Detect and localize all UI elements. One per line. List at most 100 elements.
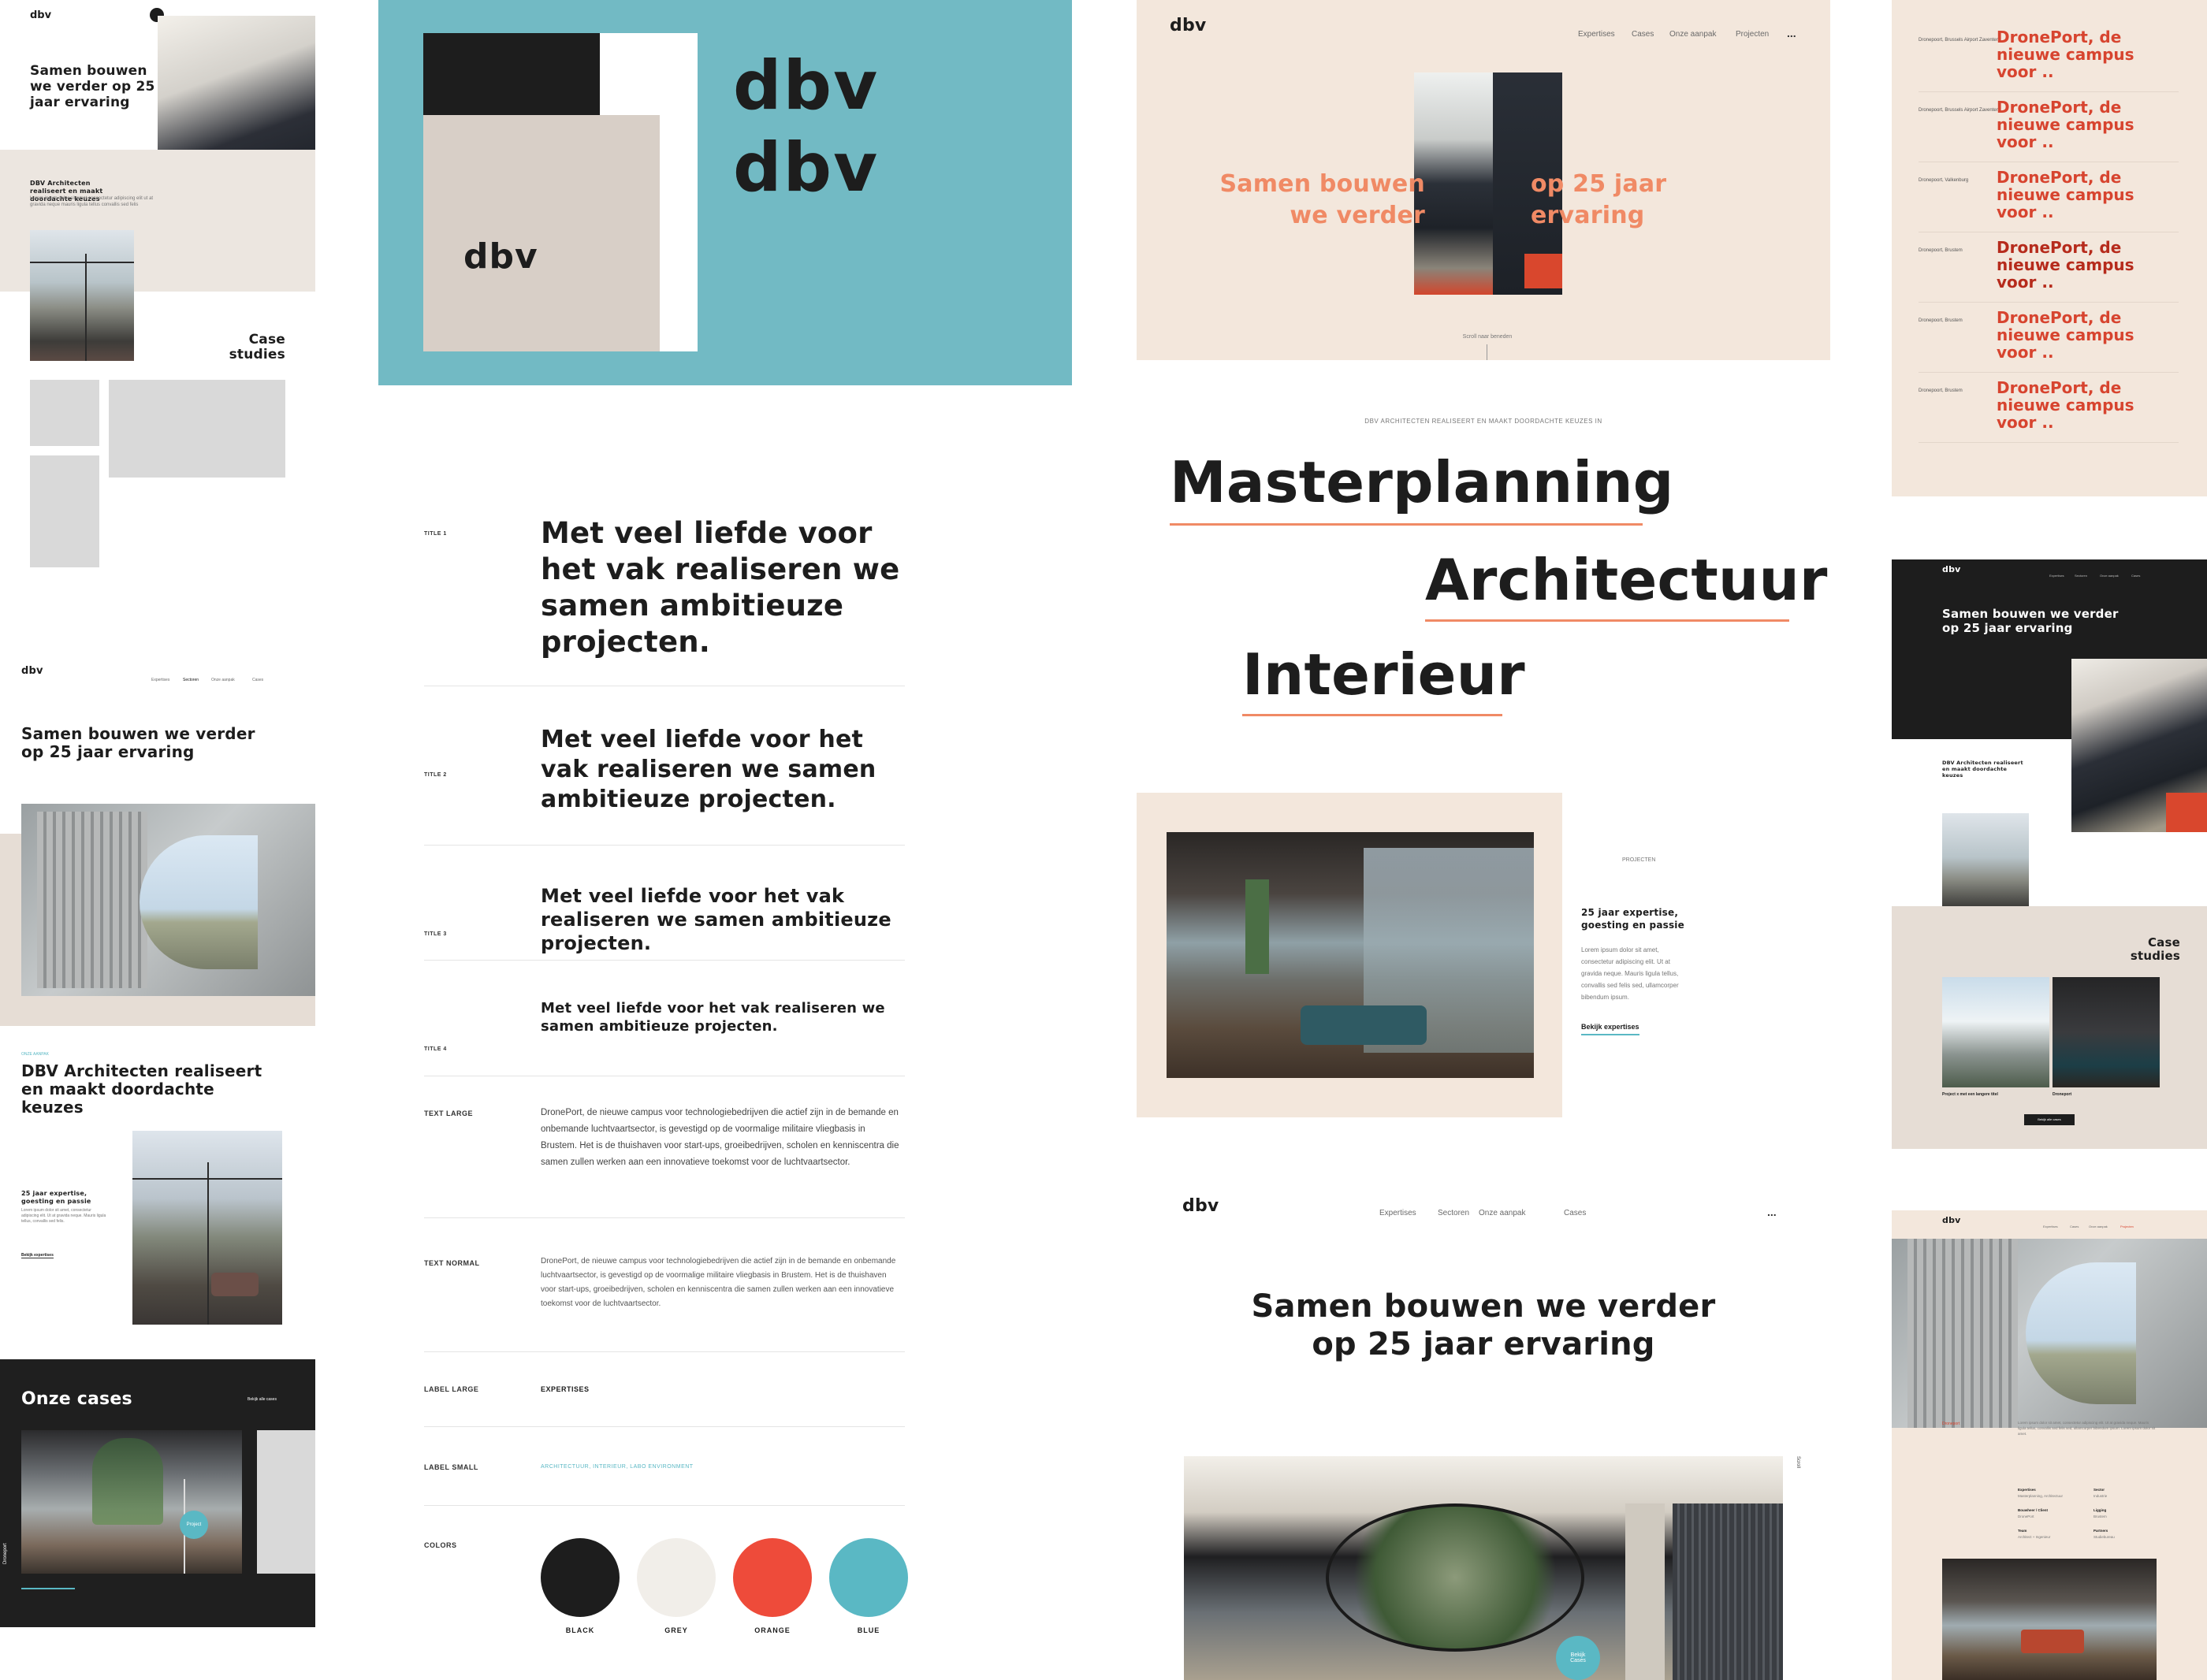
fact-key: Sector xyxy=(2093,1488,2105,1492)
logo[interactable]: dbv xyxy=(1182,1196,1219,1216)
campus-item-title[interactable]: DronePort, de nieuwe campus voor .. xyxy=(1997,379,2154,431)
logo[interactable]: dbv xyxy=(1942,564,1961,574)
intro-title: DBV Architecten realiseert en maakt door… xyxy=(1942,760,2023,779)
campus-item-title[interactable]: DronePort, de nieuwe campus voor .. xyxy=(1997,98,2154,151)
hero-photo xyxy=(1184,1456,1783,1680)
case-badge[interactable]: Project xyxy=(180,1511,208,1539)
cases-badge[interactable]: Bekijk Cases xyxy=(1556,1636,1600,1680)
case-placeholder-1[interactable] xyxy=(30,380,99,446)
logo[interactable]: dbv xyxy=(30,9,51,21)
nav-projecten[interactable]: Projecten xyxy=(2120,1225,2134,1228)
campus-item-meta: Dronepoort, Brustem xyxy=(1919,248,1963,253)
label-large-sample: EXPERTISES xyxy=(541,1385,590,1393)
nav-sectoren[interactable]: Sectoren xyxy=(1438,1209,1469,1217)
mobile-cases-panel: Onze cases Bekijk alle cases Project Dro… xyxy=(0,1359,315,1627)
case-studies-title: Case studies xyxy=(229,332,285,362)
fact-key: Partners xyxy=(2093,1529,2108,1533)
hero-title: Samen bouwen we verder op 25 jaar ervari… xyxy=(21,724,255,761)
cases-title: Onze cases xyxy=(21,1389,132,1409)
color-swatch-label: GREY xyxy=(664,1626,688,1634)
nav-cases[interactable]: Cases xyxy=(2070,1225,2079,1228)
next-case-placeholder[interactable] xyxy=(257,1430,315,1574)
fact-key: Bouwheer / Client xyxy=(2018,1508,2049,1512)
nav-cases[interactable]: Cases xyxy=(252,678,263,682)
case-photo[interactable] xyxy=(21,1430,242,1574)
logo[interactable]: dbv xyxy=(1942,1215,1961,1225)
nav-onze-aanpak[interactable]: Onze aanpak xyxy=(1479,1209,1526,1217)
case-badge-label: Project xyxy=(186,1522,202,1527)
mobile-detail-panel: dbv Expertises Cases Onze aanpak Project… xyxy=(1892,1210,2207,1680)
detail-body: Lorem ipsum dolor sit amet, consectetur … xyxy=(2018,1421,2156,1436)
text-normal-sample: DronePort, de nieuwe campus voor technol… xyxy=(541,1257,896,1308)
all-cases-button[interactable]: Bekijk alle cases xyxy=(2024,1114,2075,1125)
side-label: Droneport xyxy=(3,1543,8,1564)
mobile-home-panel: dbv Samen bouwen we verder op 25 jaar er… xyxy=(0,0,315,583)
nav-expertises[interactable]: Expertises xyxy=(1578,30,1615,39)
scroll-label[interactable]: Scroll naar beneden xyxy=(1460,334,1515,340)
project-photo[interactable] xyxy=(1167,832,1534,1078)
type-row-sample: Met veel liefde voor het vak realiseren … xyxy=(541,726,876,813)
expertise-masterplanning[interactable]: Masterplanning xyxy=(1170,449,1673,515)
nav-sectoren[interactable]: Sectoren xyxy=(2075,574,2087,578)
project-link[interactable]: Bekijk expertises xyxy=(1581,1023,1639,1035)
nav-onze-aanpak[interactable]: Onze aanpak xyxy=(2089,1225,2108,1228)
nav-expertises[interactable]: Expertises xyxy=(2043,1225,2058,1228)
campus-item-title[interactable]: DronePort, de nieuwe campus voor .. xyxy=(1997,309,2154,361)
nav-expertises[interactable]: Expertises xyxy=(151,678,169,682)
more-icon[interactable]: ... xyxy=(1767,1206,1777,1218)
hero-title: Samen bouwen we verder op 25 jaar ervari… xyxy=(1251,1288,1716,1362)
logo-board-panel: dbv dbv dbv xyxy=(378,0,1072,385)
nav-expertises[interactable]: Expertises xyxy=(1379,1209,1416,1217)
campus-divider xyxy=(1919,442,2179,443)
colors-label: COLORS xyxy=(424,1541,457,1549)
text-large-label: TEXT LARGE xyxy=(424,1109,474,1117)
logo[interactable]: dbv xyxy=(21,665,43,677)
nav-cases[interactable]: Cases xyxy=(2131,574,2140,578)
nav-cases[interactable]: Cases xyxy=(1564,1209,1586,1217)
fact-key: Ligging xyxy=(2093,1508,2107,1512)
case-1-title[interactable]: Project x met een langere titel xyxy=(1942,1092,1998,1097)
case-2-photo[interactable] xyxy=(2053,977,2160,1087)
color-swatch-black xyxy=(541,1538,620,1617)
cases-link[interactable]: Bekijk alle cases xyxy=(247,1397,277,1402)
fact-value: Industrie xyxy=(2093,1494,2108,1498)
logo[interactable]: dbv xyxy=(1170,16,1206,35)
side-body: Lorem ipsum dolor sit amet, consectetur … xyxy=(21,1208,106,1224)
fact-value: Masterplanning, Architectuur xyxy=(2018,1494,2064,1498)
expertises-panel: DBV ARCHITECTEN REALISEERT EN MAAKT DOOR… xyxy=(1137,394,1830,725)
card-logo: dbv xyxy=(463,236,538,277)
nav-onze-aanpak[interactable]: Onze aanpak xyxy=(1669,30,1717,39)
mobile-dark-panel: dbv Expertises Sectoren Onze aanpak Case… xyxy=(1892,559,2207,1149)
wordmark-large-1: dbv xyxy=(733,46,880,125)
nav-cases[interactable]: Cases xyxy=(1632,30,1654,39)
kicker: ONZE AANPAK xyxy=(21,1052,49,1057)
case-placeholder-3[interactable] xyxy=(30,455,99,567)
campus-item-title[interactable]: DronePort, de nieuwe campus voor .. xyxy=(1997,28,2154,80)
campus-item-meta: Dronepoort, Valkenburg xyxy=(1919,178,1969,183)
side-link[interactable]: Bekijk expertises xyxy=(21,1253,54,1258)
mobile-about-panel: dbv Expertises Sectoren Onze aanpak Case… xyxy=(0,654,315,1347)
hero-photo xyxy=(2071,659,2207,832)
more-icon[interactable]: ... xyxy=(1787,27,1796,39)
expertise-interieur[interactable]: Interieur xyxy=(1242,641,1525,708)
nav-projecten[interactable]: Projecten xyxy=(1736,30,1769,39)
hero-title: Samen bouwen we verder op 25 jaar ervari… xyxy=(1942,607,2119,635)
detail-photo xyxy=(1942,1559,2157,1680)
case-2-title[interactable]: Droneport xyxy=(2053,1092,2071,1097)
color-swatch-grey xyxy=(637,1538,716,1617)
nav-onze-aanpak[interactable]: Onze aanpak xyxy=(211,678,235,682)
scroll-label[interactable]: Scroll xyxy=(1796,1456,1800,1468)
campus-item-title[interactable]: DronePort, de nieuwe campus voor .. xyxy=(1997,169,2154,221)
nav-onze-aanpak[interactable]: Onze aanpak xyxy=(2100,574,2119,578)
nav-expertises[interactable]: Expertises xyxy=(2049,574,2064,578)
case-1-photo[interactable] xyxy=(1942,977,2049,1087)
color-swatch-blue xyxy=(829,1538,908,1617)
hero-title: Samen bouwen we verder op 25 jaar ervari… xyxy=(30,63,155,110)
type-row-label: TITLE 1 xyxy=(424,531,447,537)
text-normal-label: TEXT NORMAL xyxy=(424,1259,480,1267)
nav-sectoren[interactable]: Sectoren xyxy=(183,678,199,682)
campus-item-title[interactable]: DronePort, de nieuwe campus voor .. xyxy=(1997,239,2154,291)
expertise-architectuur[interactable]: Architectuur xyxy=(1425,547,1828,613)
case-placeholder-2[interactable] xyxy=(109,380,285,478)
campus-item-meta: Dronepoort, Brussels Airport Zaventem xyxy=(1919,38,2000,43)
